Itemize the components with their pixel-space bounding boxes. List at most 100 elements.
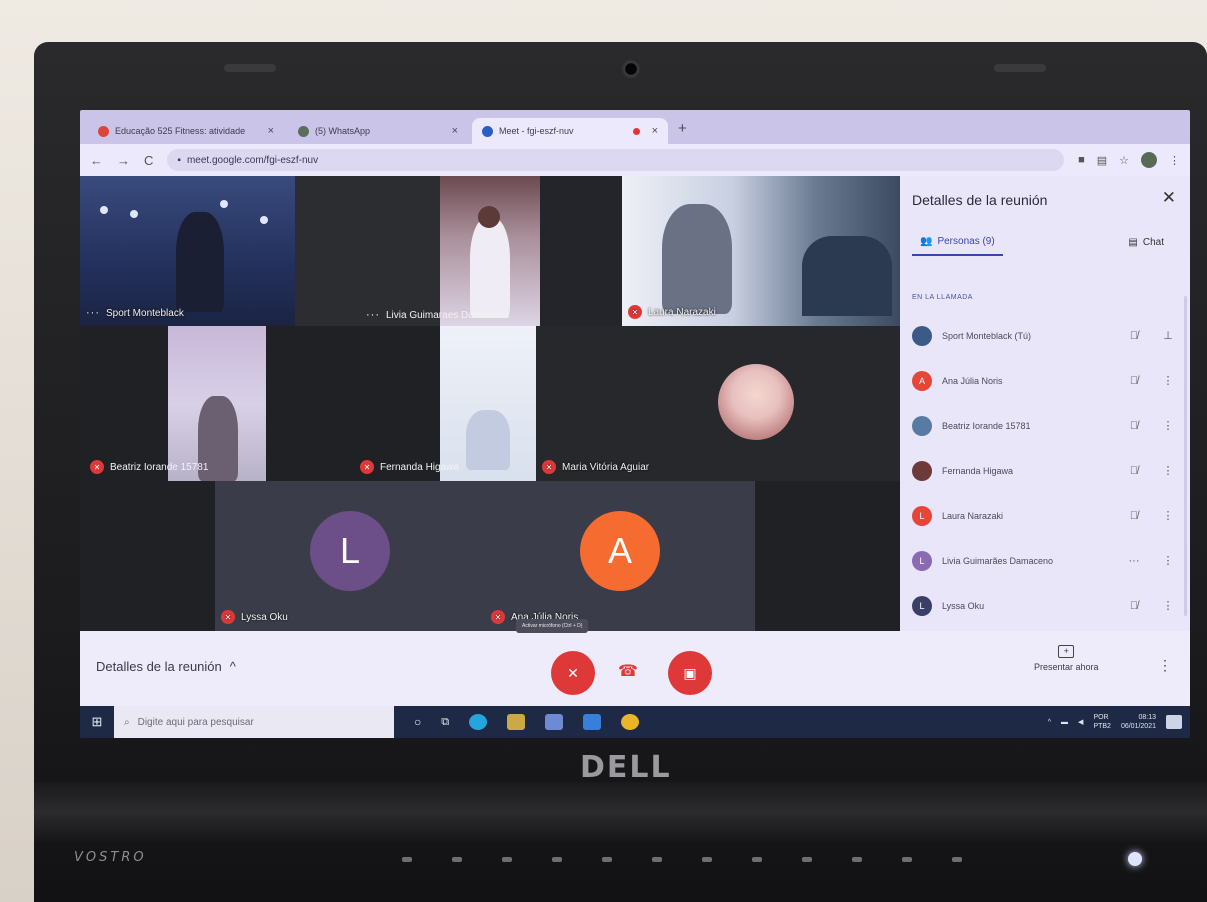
participant-avatar: L [310,511,390,591]
video-tile[interactable]: ✕ Maria Vitória Aguiar [536,326,900,481]
clock[interactable]: 08:13 06/01/2021 [1121,713,1156,731]
bezel-bump-right [994,64,1046,72]
language-indicator[interactable]: POR PTB2 [1093,713,1111,731]
cortana-icon[interactable]: ○ [414,715,421,729]
back-icon[interactable]: ← [90,153,103,168]
video-tile[interactable]: L ✕ Lyssa Oku [215,481,485,631]
participant-row[interactable]: Beatriz Iorande 15781 🎙̸ ⋮ [912,403,1180,448]
close-icon[interactable]: × [268,125,274,137]
file-explorer-icon[interactable] [507,714,526,730]
webcam [620,58,642,80]
tile-name: ··· Sport Monteblack [86,307,184,319]
close-icon[interactable]: × [452,125,458,137]
video-tile[interactable]: ··· Sport Monteblack [80,176,295,326]
meet-icon [482,125,493,137]
participant-row[interactable]: Sport Monteblack (Tú) 🎙̸ ⊥ [912,313,1180,358]
participant-avatar: A [912,370,932,391]
whatsapp-icon [298,125,309,137]
more-icon[interactable]: ⋮ [1156,419,1180,432]
participant-row[interactable]: Fernanda Higawa 🎙̸ ⋮ [912,448,1180,493]
video-tile[interactable]: ✕ Laura Narazaki [622,176,900,326]
tile-name: ✕ Fernanda Higawa [360,460,459,474]
participant-avatar: L [912,505,932,526]
tile-name: ✕ Beatriz Iorande 15781 [90,460,208,474]
mic-toggle-button[interactable]: ✕ [551,651,595,695]
forward-icon[interactable]: → [117,153,130,168]
participant-row[interactable]: L Lyssa Oku 🎙̸ ⋮ [912,583,1180,628]
participant-row[interactable]: A Ana Júlia Noris 🎙̸ ⋮ [912,358,1180,403]
mic-off-icon: 🎙̸ [1129,419,1139,432]
meeting-details-panel: Detalles de la reunión ✕ 👥 Personas (9) … [900,176,1190,631]
more-icon[interactable]: ⋮ [1156,554,1180,567]
camera-indicator-icon[interactable]: ■ [1078,154,1085,166]
mic-tooltip: Activar micrófono (Ctrl + D) [516,619,589,633]
more-icon[interactable]: ⋮ [1156,509,1180,522]
more-icon[interactable]: ⋮ [1156,599,1180,612]
participant-photo [718,364,794,440]
tile-name: ✕ Maria Vitória Aguiar [542,460,649,474]
more-icon: ··· [366,309,380,321]
participant-row[interactable]: L Laura Narazaki 🎙̸ ⋮ [912,493,1180,538]
notification-icon[interactable] [1166,715,1182,729]
close-icon[interactable]: × [652,125,658,137]
camera-toggle-button[interactable]: ▣ [668,651,712,695]
reload-icon[interactable]: C [144,153,153,168]
windows-start-icon[interactable]: ⊞ [80,714,114,730]
tab-people[interactable]: 👥 Personas (9) [912,228,1003,256]
url-text: meet.google.com/fgi-eszf-nuv [186,154,319,166]
edge-icon[interactable] [469,714,488,730]
participant-row[interactable]: L Livia Guimarães Damaceno ··· ⋮ [912,538,1180,583]
participant-avatar [912,415,932,436]
address-bar-row: ← → C ▪ meet.google.com/fgi-eszf-nuv ■ ▤… [80,144,1190,176]
power-button[interactable] [1128,852,1142,866]
profile-avatar[interactable] [1141,152,1157,168]
more-icon[interactable]: ⋮ [1156,464,1180,477]
video-tile[interactable] [168,326,266,481]
taskbar-apps: ○ ⧉ [414,714,640,730]
laptop-hinge [34,782,1207,842]
url-input[interactable]: ▪ meet.google.com/fgi-eszf-nuv [167,149,1065,171]
video-tile-blank [80,326,168,481]
volume-icon[interactable]: ◀ [1078,718,1083,726]
network-icon[interactable]: ▬ [1061,719,1068,726]
search-icon: ⌕ [124,716,130,728]
more-options-icon[interactable]: ⋮ [1158,657,1172,674]
tab-meet[interactable]: Meet - fgi-eszf-nuv × [472,118,668,144]
tab-whatsapp[interactable]: (5) WhatsApp × [288,118,468,144]
store-icon[interactable] [545,714,564,730]
video-tile[interactable] [440,326,536,481]
more-icon[interactable]: ⋮ [1156,374,1180,387]
present-now-button[interactable]: + Presentar ahora [1034,645,1099,672]
laptop-screen: Educação 525 Fitness: atividade × (5) Wh… [80,110,1190,738]
participant-avatar: L [912,595,932,616]
tile-name: ✕ Lyssa Oku [221,610,288,624]
video-tile[interactable] [440,176,540,326]
tab-educacao[interactable]: Educação 525 Fitness: atividade × [88,118,284,144]
star-icon[interactable]: ☆ [1119,154,1129,167]
mail-icon[interactable] [583,714,602,730]
hang-up-button[interactable]: ☎ [614,663,642,680]
mic-off-icon: 🎙̸ [1129,599,1139,612]
meeting-details-button[interactable]: Detalles de la reunión ^ [96,659,236,674]
people-icon: 👥 [920,235,933,247]
task-view-icon[interactable]: ⧉ [441,716,449,729]
chrome-icon[interactable] [621,714,640,730]
video-tile-blank [266,326,440,481]
new-tab-icon[interactable]: + [678,120,687,137]
mic-off-icon: ✕ [90,460,104,474]
section-label: EN LA LLAMADA [912,294,973,301]
speaking-dots-icon: ··· [1128,554,1140,567]
extension-icon[interactable]: ▤ [1097,154,1107,167]
more-icon: ··· [86,307,100,319]
panel-scrollbar[interactable] [1184,296,1187,616]
tab-chat[interactable]: ▤ Chat [1120,228,1172,256]
tab-label: Meet - fgi-eszf-nuv [499,126,574,136]
pin-icon[interactable]: ⊥ [1156,329,1180,342]
tray-arrow-icon[interactable]: ^ [1048,719,1051,726]
close-icon[interactable]: ✕ [1162,188,1176,208]
video-tile-blank [540,176,622,326]
taskbar-search-input[interactable]: ⌕ Digite aqui para pesquisar [114,706,394,738]
video-tile[interactable]: A ✕ Ana Júlia Noris [485,481,755,631]
tile-name: ✕ Laura Narazaki [628,305,716,319]
menu-icon[interactable]: ⋮ [1169,154,1180,167]
